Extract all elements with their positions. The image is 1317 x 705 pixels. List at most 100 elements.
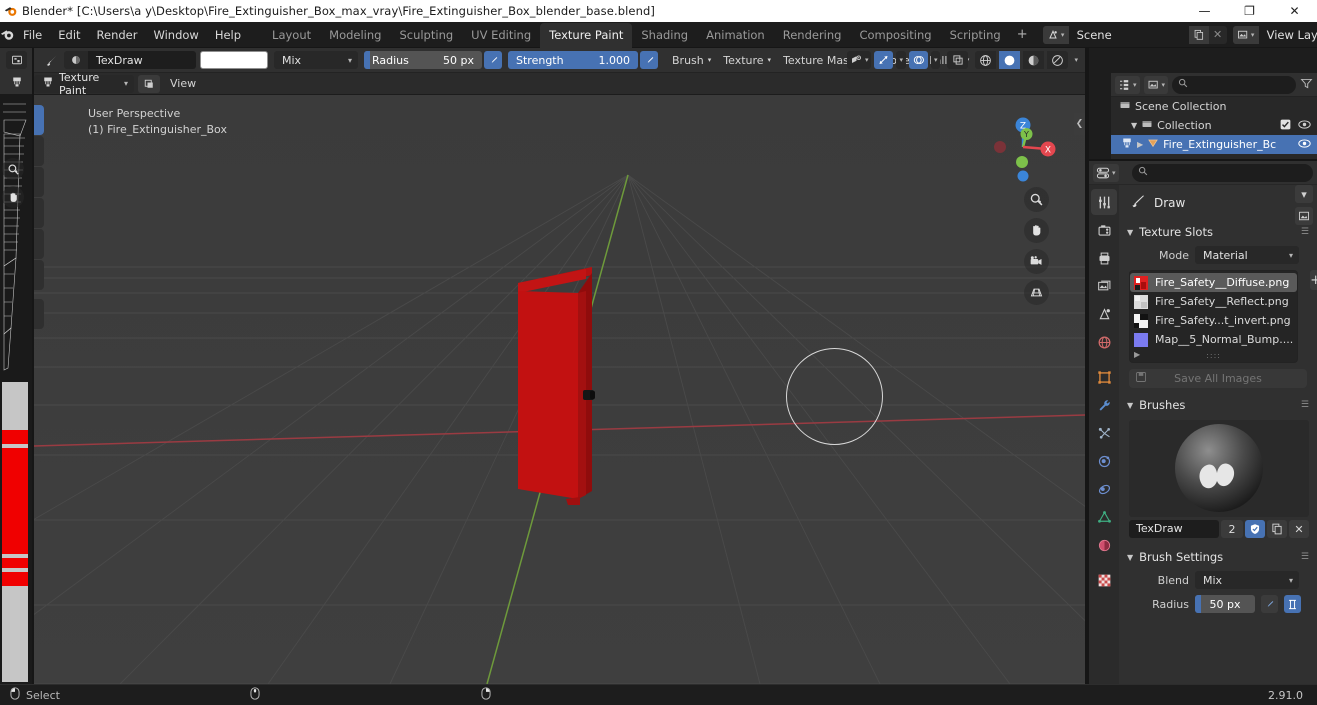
workspace-tab-compositing[interactable]: Compositing [850, 23, 940, 48]
properties-tab-texture[interactable] [1091, 567, 1117, 593]
brush-preview[interactable] [1129, 420, 1309, 517]
menu-edit[interactable]: Edit [50, 25, 88, 45]
fire-extinguisher-box-model[interactable] [0, 95, 1085, 684]
unit-scene-icon[interactable] [1284, 595, 1301, 613]
eye-icon[interactable] [1298, 138, 1311, 152]
radius-slider[interactable]: Radius 50 px [364, 51, 482, 69]
workspace-tab-layout[interactable]: Layout [263, 23, 320, 48]
view-layer-icon[interactable]: ▾ [1232, 25, 1259, 44]
maximize-button[interactable]: ❐ [1227, 0, 1272, 22]
properties-tab-tool[interactable] [1091, 189, 1117, 215]
brush-name-field[interactable]: TexDraw [1129, 520, 1219, 538]
shading-solid-icon[interactable] [999, 51, 1021, 69]
properties-search-input[interactable] [1131, 163, 1313, 182]
workspace-tab-rendering[interactable]: Rendering [774, 23, 851, 48]
unlink-brush-button[interactable]: ✕ [1289, 520, 1309, 538]
xray-toggle-icon[interactable] [947, 51, 969, 69]
editor-separator-horizontal[interactable] [1089, 159, 1317, 161]
collection-checkbox[interactable] [1280, 119, 1291, 133]
chevron-down-icon[interactable]: ▼ [1127, 553, 1133, 562]
blender-menu-icon[interactable] [0, 22, 15, 48]
menu-file[interactable]: File [15, 25, 50, 45]
chevron-down-icon[interactable]: ▼ [1127, 401, 1133, 410]
workspace-tab-scripting[interactable]: Scripting [941, 23, 1010, 48]
properties-tab-world[interactable] [1091, 329, 1117, 355]
workspace-tab-modeling[interactable]: Modeling [320, 23, 390, 48]
texture-slot-item[interactable]: Map__5_Normal_Bump.... [1130, 330, 1297, 349]
texture-slot-item[interactable]: Fire_Safety__Reflect.png [1130, 292, 1297, 311]
pan-hand-icon[interactable] [2, 186, 24, 208]
strength-pressure-icon[interactable] [640, 51, 658, 69]
panel-brushes[interactable]: ▼ Brushes ☰ [1119, 394, 1317, 416]
overlays-icon[interactable] [908, 51, 928, 69]
texture-slot-item[interactable]: Fire_Safety...t_invert.png [1130, 311, 1297, 330]
save-all-images-button[interactable]: Save All Images [1129, 369, 1307, 388]
brush-radius-slider[interactable]: 50 px [1195, 595, 1255, 613]
menu-texture[interactable]: Texture ▾ [717, 51, 777, 70]
workspace-tab-sculpting[interactable]: Sculpting [390, 23, 462, 48]
navigation-gizmo[interactable]: Z Y X [985, 109, 1061, 185]
shading-dropdown-icon[interactable]: ▾ [1071, 51, 1081, 69]
panel-brush-settings[interactable]: ▼ Brush Settings ☰ [1119, 546, 1317, 568]
workspace-tab-animation[interactable]: Animation [697, 23, 774, 48]
overlays-dropdown-icon[interactable]: ▾ [930, 51, 941, 69]
outliner-row-fire-extinguisher[interactable]: ▶ Fire_Extinguisher_Bc [1111, 135, 1317, 154]
properties-tab-scene[interactable] [1091, 301, 1117, 327]
chevron-right-icon[interactable]: ▶ [1137, 140, 1143, 149]
editor-separator-left[interactable] [32, 48, 34, 684]
brush-name-field[interactable]: TexDraw [88, 51, 196, 69]
gizmo-icon[interactable] [874, 51, 894, 69]
add-workspace-button[interactable]: + [1010, 25, 1035, 44]
properties-tab-data[interactable] [1091, 504, 1117, 530]
3d-viewport[interactable]: User Perspective (1) Fire_Extinguisher_B… [0, 95, 1085, 684]
properties-tab-constraints[interactable] [1091, 476, 1117, 502]
chevron-down-icon[interactable]: ▼ [1127, 228, 1133, 237]
texture-slots-mode-dropdown[interactable]: Material ▾ [1195, 246, 1299, 264]
view-layer-name-field[interactable]: View Layer [1258, 25, 1317, 44]
brush-color-swatch[interactable] [200, 51, 268, 69]
workspace-tab-texture-paint[interactable]: Texture Paint [540, 22, 633, 48]
brush-users-count[interactable]: 2 [1221, 520, 1243, 538]
image-editor-icon[interactable] [6, 51, 27, 69]
properties-editor-icon[interactable]: ▾ [1093, 163, 1119, 182]
shading-material-icon[interactable] [1023, 51, 1045, 69]
properties-tab-render[interactable] [1091, 217, 1117, 243]
gizmo-dropdown-icon[interactable]: ▾ [896, 51, 906, 69]
radius-pressure-icon[interactable] [484, 51, 502, 69]
toggle-perspective-icon[interactable] [1024, 280, 1049, 305]
browse-brush-chevron-down-icon[interactable]: ▾ [1295, 185, 1313, 203]
close-button[interactable]: ✕ [1272, 0, 1317, 22]
unlink-scene-button[interactable]: ✕ [1209, 26, 1227, 44]
properties-tab-modifier[interactable] [1091, 392, 1117, 418]
zoom-icon[interactable] [2, 158, 24, 180]
resize-grip-icon[interactable]: :::: [1206, 351, 1221, 360]
new-image-icon[interactable] [1295, 207, 1313, 225]
blend-mode-dropdown[interactable]: Mix ▾ [274, 51, 358, 69]
image-editor-strip[interactable] [0, 48, 32, 684]
outliner-row-collection[interactable]: ▼ Collection [1111, 116, 1317, 135]
outliner-display-mode-icon[interactable]: ▾ [1115, 75, 1140, 94]
shading-wireframe-icon[interactable] [975, 51, 997, 69]
new-scene-icon[interactable] [1188, 25, 1209, 44]
panel-texture-slots[interactable]: ▼ Texture Slots ☰ [1119, 221, 1317, 243]
properties-tab-material[interactable] [1091, 532, 1117, 558]
fake-user-shield-icon[interactable] [1245, 520, 1265, 538]
properties-editor[interactable]: ▾ Draw ▼ Texture Slots ☰ Mode Material ▾… [1089, 161, 1317, 684]
properties-tab-physics[interactable] [1091, 448, 1117, 474]
scene-icon[interactable]: ▾ [1042, 25, 1069, 44]
tool-settings-icon[interactable] [138, 74, 160, 93]
object-type-visibility-icon[interactable]: ▾ [846, 51, 872, 69]
filter-id-icon[interactable]: ▾ [1143, 75, 1169, 94]
scene-name-field[interactable]: Scene [1068, 25, 1189, 44]
outliner-row-scene-collection[interactable]: Scene Collection [1111, 97, 1317, 116]
shading-rendered-icon[interactable] [1047, 51, 1069, 69]
properties-tab-view-layer[interactable] [1091, 273, 1117, 299]
properties-tab-output[interactable] [1091, 245, 1117, 271]
zoom-icon[interactable] [1024, 187, 1049, 212]
menu-window[interactable]: Window [145, 25, 206, 45]
menu-render[interactable]: Render [89, 25, 146, 45]
properties-tab-object[interactable] [1091, 364, 1117, 390]
radius-pressure-icon[interactable] [1261, 595, 1278, 613]
menu-view[interactable]: View [164, 74, 202, 93]
camera-view-icon[interactable] [1024, 249, 1049, 274]
